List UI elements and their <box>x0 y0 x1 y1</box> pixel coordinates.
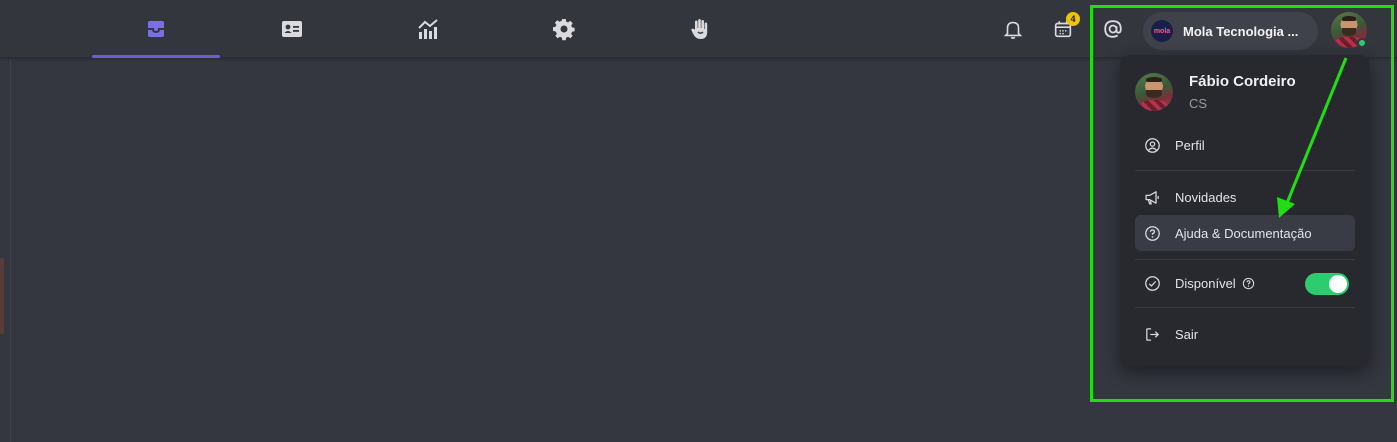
menu-item-news-label: Novidades <box>1175 189 1237 205</box>
menu-divider <box>1135 259 1355 260</box>
availability-toggle[interactable] <box>1305 273 1349 295</box>
logout-icon <box>1146 327 1160 341</box>
menu-item-logout-label: Sair <box>1175 326 1199 342</box>
organization-name: Mola Tecnologia ... <box>1183 23 1299 39</box>
megaphone-icon <box>1145 190 1159 205</box>
menu-divider <box>1135 170 1355 171</box>
menu-item-availability-label: Disponível <box>1175 275 1236 291</box>
profile-menu: Fábio Cordeiro CS Perfil Novidades Ajuda… <box>1120 55 1370 366</box>
gear-icon <box>553 19 575 41</box>
tab-reports[interactable] <box>364 0 492 58</box>
online-status-dot <box>1357 38 1367 48</box>
bell-icon <box>1003 21 1023 39</box>
user-circle-icon <box>1145 137 1160 153</box>
contact-card-icon <box>282 21 302 37</box>
notifications-button[interactable] <box>998 14 1028 44</box>
organization-logo: mola <box>1151 20 1173 42</box>
tab-inbox[interactable] <box>92 0 220 58</box>
left-divider <box>10 59 11 442</box>
mentions-button[interactable] <box>1098 14 1128 44</box>
menu-divider <box>1135 307 1355 308</box>
at-sign-icon <box>1104 20 1122 38</box>
inbox-icon <box>148 21 164 37</box>
toggle-knob <box>1329 275 1347 293</box>
question-circle-icon[interactable] <box>1242 277 1255 290</box>
tab-settings[interactable] <box>500 0 628 58</box>
menu-item-profile[interactable]: Perfil <box>1135 127 1355 163</box>
tab-helpdesk[interactable] <box>636 0 764 58</box>
tab-contacts[interactable] <box>228 0 356 58</box>
organization-logo-text: mola <box>1153 27 1171 35</box>
calendar-badge: 4 <box>1066 12 1080 26</box>
profile-menu-avatar <box>1135 73 1173 111</box>
calendar-button[interactable]: 4 <box>1048 12 1080 44</box>
check-circle-icon <box>1145 275 1160 291</box>
hand-icon <box>691 19 708 39</box>
profile-user-role: CS <box>1189 96 1208 111</box>
menu-item-help[interactable]: Ajuda & Documentação <box>1135 215 1355 251</box>
organization-switcher[interactable]: mola Mola Tecnologia ... <box>1143 12 1318 50</box>
menu-item-news[interactable]: Novidades <box>1135 179 1355 215</box>
chart-icon <box>418 19 438 39</box>
menu-item-profile-label: Perfil <box>1175 137 1205 153</box>
profile-user-name: Fábio Cordeiro <box>1189 73 1296 90</box>
question-circle-icon <box>1145 225 1160 241</box>
top-navigation-bar: 4 mola Mola Tecnologia ... <box>0 0 1397 58</box>
menu-item-help-label: Ajuda & Documentação <box>1175 225 1312 241</box>
left-edge-marker <box>0 258 4 334</box>
menu-item-logout[interactable]: Sair <box>1135 316 1355 352</box>
